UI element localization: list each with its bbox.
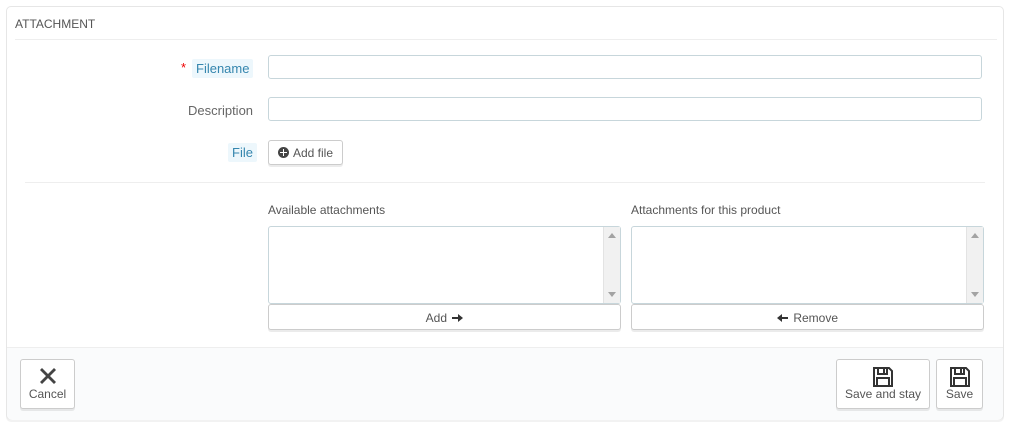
floppy-disk-icon — [949, 367, 970, 387]
attachment-panel: ATTACHMENT * Filename Description File A… — [6, 6, 1004, 420]
description-label: Description — [188, 103, 254, 118]
plus-circle-icon — [278, 147, 289, 158]
cancel-button[interactable]: Cancel — [20, 359, 75, 409]
scroll-up-icon[interactable] — [608, 233, 616, 238]
add-file-button[interactable]: Add file — [268, 140, 343, 165]
save-and-stay-button[interactable]: Save and stay — [836, 359, 930, 409]
cancel-label: Cancel — [28, 387, 67, 401]
add-attachment-button[interactable]: Add — [268, 304, 621, 330]
available-attachments-list[interactable] — [268, 226, 621, 304]
file-label: File — [228, 143, 257, 162]
scroll-down-icon[interactable] — [608, 292, 616, 297]
scroll-down-icon[interactable] — [971, 292, 979, 297]
panel-footer: Cancel Save and stay Save — [7, 347, 1003, 420]
divider — [25, 182, 985, 183]
remove-attachment-button[interactable]: Remove — [631, 304, 984, 330]
arrow-left-icon — [776, 314, 788, 322]
available-attachments-title: Available attachments — [268, 203, 386, 217]
panel-heading: ATTACHMENT — [15, 7, 997, 40]
product-attachments-title: Attachments for this product — [631, 203, 781, 217]
filename-input[interactable] — [268, 55, 982, 79]
arrow-right-icon — [452, 314, 464, 322]
product-attachments-list[interactable] — [631, 226, 984, 304]
close-icon — [39, 368, 56, 384]
save-label: Save — [945, 387, 974, 401]
required-mark: * — [181, 60, 187, 75]
description-input[interactable] — [268, 97, 982, 121]
scrollbar[interactable] — [966, 227, 983, 303]
filename-label: Filename — [192, 59, 254, 78]
save-and-stay-label: Save and stay — [844, 387, 922, 401]
scrollbar[interactable] — [603, 227, 620, 303]
floppy-disk-icon — [873, 367, 893, 387]
add-file-label: Add file — [293, 146, 334, 160]
remove-attachment-label: Remove — [793, 311, 839, 325]
add-attachment-label: Add — [425, 311, 447, 325]
save-button[interactable]: Save — [936, 359, 983, 409]
scroll-up-icon[interactable] — [971, 233, 979, 238]
panel-title: ATTACHMENT — [15, 17, 96, 31]
